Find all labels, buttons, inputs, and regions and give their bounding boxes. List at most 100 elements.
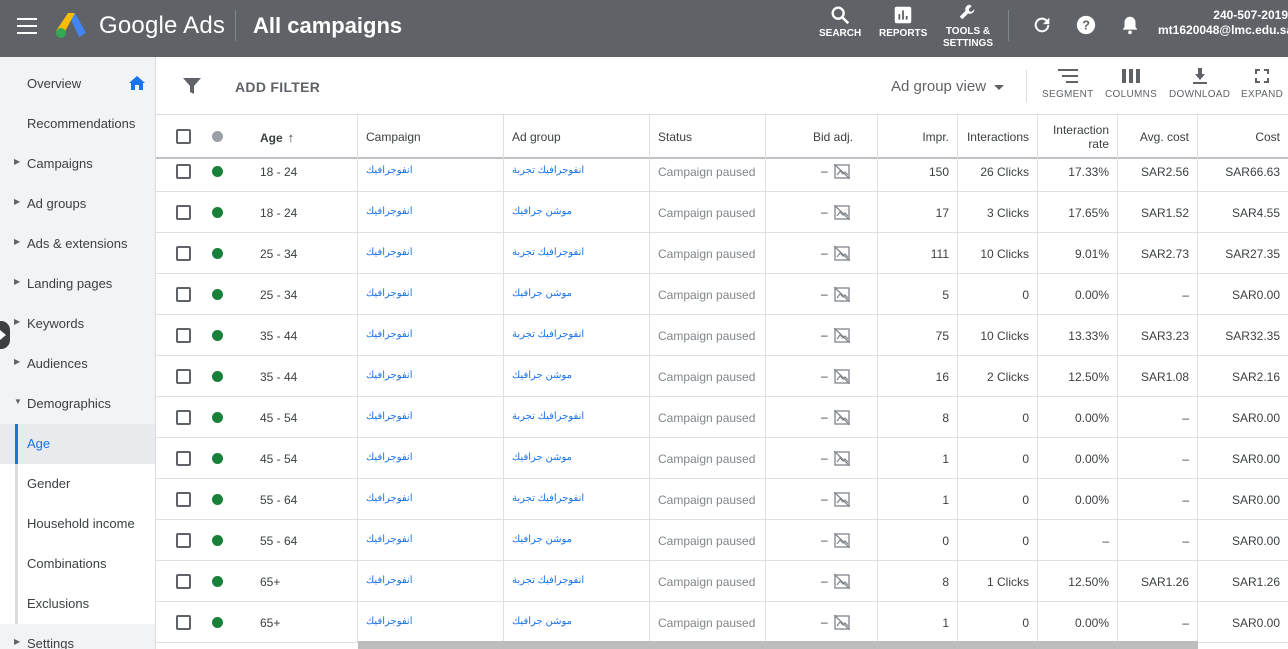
search-button[interactable]: SEARCH — [819, 4, 861, 39]
table-row[interactable]: 45 - 54 انفوجرافيك موشن جرافيك Campaign pau… — [156, 438, 1288, 479]
campaign-value[interactable]: انفوجرافيك — [366, 247, 413, 258]
ad-group-value[interactable]: انفوجرافيك تجربة — [512, 411, 584, 422]
cell-bid[interactable]: – — [766, 520, 878, 561]
campaign-value[interactable]: انفوجرافيك — [366, 493, 413, 504]
cell-ad-group[interactable]: انفوجرافيك تجربة — [504, 315, 650, 356]
table-row[interactable]: 65+ انفوجرافيك موشن جرافيك Campaign paused –… — [156, 602, 1288, 643]
table-row[interactable]: 35 - 44 انفوجرافيك انفوجرافيك تجربة Campaig… — [156, 315, 1288, 356]
image-off-icon[interactable] — [834, 369, 850, 384]
cell-bid[interactable]: – — [766, 356, 878, 397]
download-button[interactable]: DOWNLOAD — [1169, 68, 1230, 100]
row-checkbox[interactable] — [176, 533, 191, 548]
ad-group-value[interactable]: موشن جرافيك — [512, 616, 572, 627]
cell-bid[interactable]: – — [766, 315, 878, 356]
cell-campaign[interactable]: انفوجرافيك — [358, 438, 504, 479]
sidebar-item-gender[interactable]: Gender — [0, 464, 155, 504]
header-avg-cost[interactable]: Avg. cost — [1118, 115, 1198, 159]
cell-bid[interactable]: – — [766, 397, 878, 438]
horizontal-scrollbar[interactable] — [358, 641, 1198, 649]
campaign-value[interactable]: انفوجرافيك — [366, 288, 413, 299]
row-checkbox[interactable] — [176, 164, 191, 179]
row-checkbox[interactable] — [176, 410, 191, 425]
campaign-value[interactable]: انفوجرافيك — [366, 616, 413, 627]
header-interactions[interactable]: Interactions — [958, 115, 1038, 159]
header-age[interactable]: Age ↑ — [252, 115, 358, 159]
ad-group-value[interactable]: موشن جرافيك — [512, 206, 572, 217]
table-row[interactable]: 25 - 34 انفوجرافيك انفوجرافيك تجربة Campaig… — [156, 233, 1288, 274]
sidebar-item-household-income[interactable]: Household income — [0, 504, 155, 544]
campaign-value[interactable]: انفوجرافيك — [366, 329, 413, 340]
sidebar-item-keywords[interactable]: ▶ Keywords — [0, 304, 155, 344]
refresh-icon[interactable] — [1031, 14, 1053, 36]
image-off-icon[interactable] — [834, 164, 850, 179]
campaign-value[interactable]: انفوجرافيك — [366, 206, 413, 217]
image-off-icon[interactable] — [834, 287, 850, 302]
cell-campaign[interactable]: انفوجرافيك — [358, 315, 504, 356]
table-row[interactable]: 65+ انفوجرافيك انفوجرافيك تجربة Campaign pa… — [156, 561, 1288, 602]
campaign-value[interactable]: انفوجرافيك — [366, 575, 413, 586]
ad-group-value[interactable]: موشن جرافيك — [512, 288, 572, 299]
table-row[interactable]: 45 - 54 انفوجرافيك انفوجرافيك تجربة Campaig… — [156, 397, 1288, 438]
row-checkbox[interactable] — [176, 287, 191, 302]
cell-campaign[interactable]: انفوجرافيك — [358, 356, 504, 397]
sidebar-item-combinations[interactable]: Combinations — [0, 544, 155, 584]
image-off-icon[interactable] — [834, 533, 850, 548]
select-all-checkbox[interactable] — [176, 129, 191, 144]
cell-campaign[interactable]: انفوجرافيك — [358, 233, 504, 274]
image-off-icon[interactable] — [834, 574, 850, 589]
header-status[interactable]: Status — [650, 115, 766, 159]
campaign-value[interactable]: انفوجرافيك — [366, 411, 413, 422]
sidebar-item-recommendations[interactable]: Recommendations — [0, 104, 155, 144]
cell-campaign[interactable]: انفوجرافيك — [358, 561, 504, 602]
cell-ad-group[interactable]: موشن جرافيك — [504, 192, 650, 233]
columns-button[interactable]: COLUMNS — [1105, 68, 1157, 100]
header-cost[interactable]: Cost — [1198, 115, 1288, 159]
ad-group-value[interactable]: انفوجرافيك تجربة — [512, 329, 584, 340]
row-checkbox[interactable] — [176, 205, 191, 220]
filter-icon[interactable] — [183, 78, 201, 94]
sidebar-item-campaigns[interactable]: ▶ Campaigns — [0, 144, 155, 184]
table-row[interactable]: 55 - 64 انفوجرافيك موشن جرافيك Campaign pau… — [156, 520, 1288, 561]
ad-group-value[interactable]: انفوجرافيك تجربة — [512, 575, 584, 586]
image-off-icon[interactable] — [834, 410, 850, 425]
cell-ad-group[interactable]: انفوجرافيك تجربة — [504, 397, 650, 438]
campaign-value[interactable]: انفوجرافيك — [366, 165, 413, 176]
row-checkbox[interactable] — [176, 369, 191, 384]
cell-campaign[interactable]: انفوجرافيك — [358, 602, 504, 643]
row-checkbox[interactable] — [176, 451, 191, 466]
row-checkbox[interactable] — [176, 615, 191, 630]
reports-button[interactable]: REPORTS — [879, 4, 927, 39]
ad-group-value[interactable]: انفوجرافيك تجربة — [512, 247, 584, 258]
cell-ad-group[interactable]: موشن جرافيك — [504, 438, 650, 479]
cell-bid[interactable]: – — [766, 274, 878, 315]
cell-bid[interactable]: – — [766, 438, 878, 479]
ad-group-value[interactable]: انفوجرافيك تجربة — [512, 493, 584, 504]
cell-campaign[interactable]: انفوجرافيك — [358, 192, 504, 233]
image-off-icon[interactable] — [834, 451, 850, 466]
cell-bid[interactable]: – — [766, 233, 878, 274]
ad-group-value[interactable]: موشن جرافيك — [512, 534, 572, 545]
segment-button[interactable]: SEGMENT — [1042, 68, 1094, 100]
sidebar-item-age[interactable]: Age — [0, 424, 155, 464]
header-impr[interactable]: Impr. — [878, 115, 958, 159]
sidebar-item-ads-extensions[interactable]: ▶ Ads & extensions — [0, 224, 155, 264]
cell-bid[interactable]: – — [766, 602, 878, 643]
sidebar-item-demographics[interactable]: ▼ Demographics — [0, 384, 155, 424]
campaign-value[interactable]: انفوجرافيك — [366, 534, 413, 545]
cell-campaign[interactable]: انفوجرافيك — [358, 520, 504, 561]
cell-ad-group[interactable]: موشن جرافيك — [504, 274, 650, 315]
cell-campaign[interactable]: انفوجرافيك — [358, 397, 504, 438]
collapse-sidebar-button[interactable] — [0, 321, 10, 349]
image-off-icon[interactable] — [834, 205, 850, 220]
ad-group-value[interactable]: انفوجرافيك تجربة — [512, 165, 584, 176]
sidebar-item-ad-groups[interactable]: ▶ Ad groups — [0, 184, 155, 224]
account-info[interactable]: 240-507-2019 mt1620048@lmc.edu.sa — [1158, 8, 1288, 38]
notifications-icon[interactable] — [1119, 14, 1141, 36]
campaign-value[interactable]: انفوجرافيك — [366, 452, 413, 463]
help-icon[interactable]: ? — [1075, 14, 1097, 36]
cell-ad-group[interactable]: انفوجرافيك تجربة — [504, 479, 650, 520]
row-checkbox[interactable] — [176, 492, 191, 507]
cell-ad-group[interactable]: انفوجرافيك تجربة — [504, 561, 650, 602]
header-interaction-rate[interactable]: Interaction rate — [1038, 115, 1118, 159]
sidebar-item-audiences[interactable]: ▶ Audiences — [0, 344, 155, 384]
